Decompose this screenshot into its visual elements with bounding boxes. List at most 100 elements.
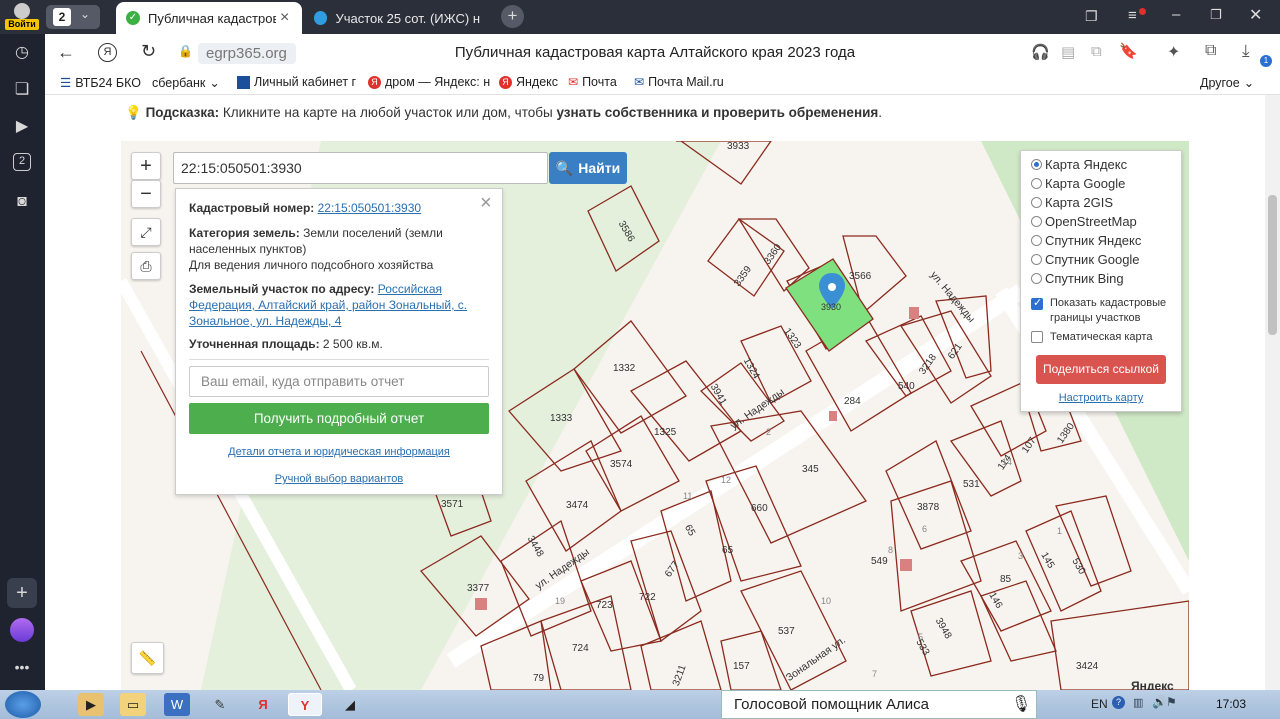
- radio[interactable]: [1031, 216, 1042, 227]
- zoom-in-button[interactable]: +: [131, 152, 161, 180]
- tab-group-button[interactable]: 2 ⌄: [46, 5, 100, 29]
- radio[interactable]: [1031, 254, 1042, 265]
- parcel-label: 537: [778, 626, 795, 637]
- parcel-label: 65: [682, 522, 698, 539]
- app-icon[interactable]: ◢: [337, 693, 363, 716]
- bookmark-icon[interactable]: 🔖: [1119, 42, 1138, 60]
- get-report-button[interactable]: Получить подробный отчет: [189, 403, 489, 434]
- layer-option-2gis[interactable]: Карта 2GIS: [1031, 195, 1113, 210]
- screenshot-icon[interactable]: ◙: [11, 191, 33, 213]
- layer-option-yandex-satellite[interactable]: Спутник Яндекс: [1031, 233, 1141, 248]
- layer-option-google-satellite[interactable]: Спутник Google: [1031, 252, 1140, 267]
- fullscreen-icon[interactable]: ⤢: [131, 218, 161, 246]
- headphones-icon[interactable]: 🎧: [1031, 43, 1050, 61]
- bookmark-cabinet[interactable]: Личный кабинет г: [237, 75, 356, 89]
- radio[interactable]: [1031, 273, 1042, 284]
- page-title[interactable]: Публичная кадастровая карта Алтайского к…: [345, 44, 965, 61]
- explorer-icon[interactable]: ▭: [120, 693, 146, 716]
- flag-icon[interactable]: ⚑: [1166, 695, 1177, 709]
- more-icon[interactable]: •••: [11, 656, 33, 678]
- new-tab-button[interactable]: +: [501, 5, 524, 28]
- house-number: 11: [683, 491, 693, 501]
- yandex-browser-icon[interactable]: Y: [288, 693, 322, 716]
- layer-option-bing-satellite[interactable]: Спутник Bing: [1031, 271, 1124, 286]
- alice-icon[interactable]: [10, 618, 34, 642]
- manual-select-link[interactable]: Ручной выбор вариантов: [176, 473, 502, 485]
- zoom-out-button[interactable]: −: [131, 180, 161, 208]
- cadastral-number-link[interactable]: 22:15:050501:3930: [318, 201, 421, 215]
- alice-voice-assistant[interactable]: Голосовой помощник Алиса: [721, 690, 1037, 719]
- radio[interactable]: [1031, 197, 1042, 208]
- bookmark-label: сбербанк: [152, 75, 206, 90]
- radio[interactable]: [1031, 235, 1042, 246]
- check-favicon-icon: ✓: [126, 11, 140, 25]
- close-window-icon[interactable]: ✕: [1249, 5, 1262, 25]
- yandex-icon[interactable]: Я: [98, 43, 117, 62]
- yandex-app-icon[interactable]: Я: [250, 693, 276, 716]
- reading-list-icon[interactable]: ❏: [11, 79, 33, 101]
- layer-label: Карта 2GIS: [1045, 195, 1114, 210]
- lightbulb-icon: 💡: [125, 105, 142, 120]
- word-icon[interactable]: W: [164, 693, 190, 716]
- bookmark-vtb[interactable]: ☰ ВТБ24 БКО: [60, 75, 141, 91]
- hint-prefix: Подсказка:: [145, 105, 220, 120]
- profile-button[interactable]: Войти: [4, 3, 40, 31]
- paint-icon[interactable]: ✎: [207, 693, 233, 716]
- radio-selected[interactable]: [1031, 159, 1042, 170]
- cadastral-search-input[interactable]: [173, 152, 548, 184]
- reader-icon[interactable]: ▤: [1061, 43, 1075, 61]
- back-icon[interactable]: ←: [57, 42, 75, 63]
- profiles-icon[interactable]: ⧉: [1205, 42, 1216, 60]
- video-icon[interactable]: ▶: [11, 116, 33, 138]
- close-panel-icon[interactable]: ×: [480, 192, 492, 215]
- clock[interactable]: 17:03: [1216, 697, 1246, 711]
- layer-label: Карта Google: [1045, 176, 1126, 191]
- layer-option-osm[interactable]: OpenStreetMap: [1031, 214, 1137, 229]
- collections-icon[interactable]: ❐: [1085, 8, 1098, 25]
- bookmark-mailru[interactable]: ✉ Почта Mail.ru: [634, 75, 724, 89]
- reload-icon[interactable]: ↻: [141, 41, 156, 62]
- translate-icon[interactable]: ⧉: [1091, 43, 1102, 60]
- add-panel-button[interactable]: +: [7, 578, 37, 608]
- help-icon[interactable]: ?: [1112, 696, 1125, 709]
- tab-listing[interactable]: Участок 25 сот. (ИЖС) на п: [304, 2, 490, 34]
- tab-cadastral-map[interactable]: ✓ Публичная кадастрова ×: [116, 2, 302, 34]
- email-field[interactable]: Ваш email, куда отправить отчет: [189, 366, 489, 397]
- menu-icon[interactable]: ≡: [1128, 7, 1137, 24]
- language-indicator[interactable]: EN: [1091, 697, 1108, 711]
- radio[interactable]: [1031, 178, 1042, 189]
- bookmark-drom[interactable]: Ядром — Яндекс: н: [368, 75, 490, 89]
- scrollbar-thumb[interactable]: [1268, 195, 1277, 335]
- configure-map-link[interactable]: Настроить карту: [1021, 392, 1181, 404]
- restore-icon[interactable]: ❐: [1210, 7, 1222, 23]
- layer-option-yandex-map[interactable]: Карта Яндекс: [1031, 157, 1127, 172]
- microphone-icon[interactable]: 🎙: [1011, 694, 1031, 714]
- report-details-link[interactable]: Детали отчета и юридическая информация: [176, 446, 502, 458]
- history-icon[interactable]: ◷: [11, 42, 33, 64]
- share-link-button[interactable]: Поделиться ссылкой: [1036, 355, 1166, 384]
- checkbox-checked[interactable]: [1031, 296, 1043, 311]
- downloads-icon[interactable]: ⤓: [1242, 41, 1250, 61]
- checkbox[interactable]: [1031, 331, 1043, 343]
- minimize-icon[interactable]: –: [1172, 6, 1180, 23]
- bookmark-other-folder[interactable]: Другое ⌄: [1200, 75, 1254, 91]
- url-domain[interactable]: egrp365.org: [198, 43, 296, 64]
- page-scrollbar[interactable]: [1265, 95, 1280, 690]
- ruler-icon[interactable]: 📏: [131, 642, 164, 674]
- media-player-icon[interactable]: ▶: [78, 693, 104, 716]
- show-borders-option[interactable]: Показать кадастровые границы участков: [1031, 296, 1171, 326]
- bookmark-sberbank-folder[interactable]: сбербанк ⌄: [152, 75, 220, 91]
- bookmark-mail[interactable]: ✉ Почта: [568, 75, 617, 89]
- volume-icon[interactable]: 🔊: [1152, 695, 1167, 709]
- network-icon[interactable]: ▥: [1133, 696, 1143, 709]
- cadastral-map[interactable]: 3933 3586 3360 3359 3566 3930 1323 1332 …: [121, 141, 1189, 690]
- extensions-icon[interactable]: ✦: [1167, 42, 1180, 62]
- close-tab-icon[interactable]: ×: [280, 9, 289, 27]
- layer-option-google-map[interactable]: Карта Google: [1031, 176, 1125, 191]
- tabs-counter-icon[interactable]: 2: [13, 153, 31, 171]
- print-icon[interactable]: ⎙: [131, 252, 161, 280]
- start-button[interactable]: [5, 691, 41, 718]
- thematic-map-option[interactable]: Тематическая карта: [1031, 331, 1152, 343]
- bookmark-yandex[interactable]: Я Яндекс: [499, 75, 558, 89]
- find-button[interactable]: 🔍 Найти: [549, 152, 627, 184]
